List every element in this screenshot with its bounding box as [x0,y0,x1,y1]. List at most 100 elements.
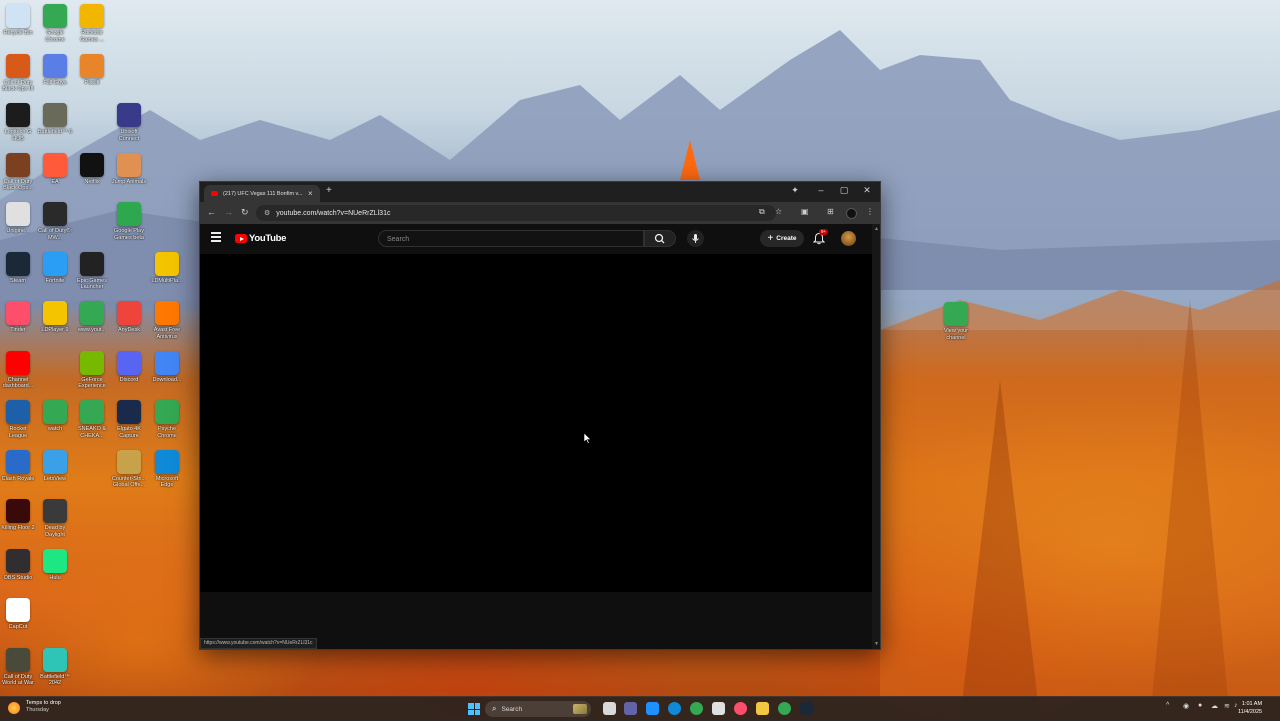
desktop-icon[interactable]: Fortnite [37,251,73,285]
desktop-icon[interactable]: Rockstar Games ... [74,4,110,43]
chrome-taskbar-icon[interactable] [690,702,703,715]
taskbar-clock[interactable]: 1:01 AM 11/4/2025 [1238,700,1262,716]
youtube-logo[interactable]: YouTube [235,233,286,244]
desktop-icon[interactable]: Recycle Bin [0,4,36,37]
desktop-icon[interactable]: Clash Royale [0,449,36,483]
desktop-icon[interactable]: LetsView [37,449,73,483]
desktop-icon[interactable]: AnyDesk [111,301,147,334]
desktop-icon[interactable]: Killing Floor 2 [0,499,36,532]
close-window-button[interactable]: ✕ [860,185,874,196]
create-button[interactable]: + Create [760,230,804,247]
task-view-icon[interactable] [603,702,616,715]
sidebar-icon[interactable]: ▣ [801,207,809,216]
desktop-icon[interactable]: Tinder [0,301,36,334]
desktop-icon[interactable]: Avast Free Antivirus [149,301,185,340]
taskbar-search[interactable]: ⌕ Search [485,701,591,717]
desktop-icon[interactable]: Elgato 4K Capture [111,400,147,439]
desktop-icon[interactable]: Rocket League [0,400,36,439]
desktop-icon[interactable]: Unigine... [0,202,36,235]
desktop-icon[interactable]: Battlefield™ 6 [37,103,73,136]
desktop-icon[interactable]: LDPlayer 9 [37,301,73,334]
file-explorer-icon[interactable] [756,702,769,715]
tray-overflow-icon[interactable]: ^ [1166,702,1169,709]
desktop-icon[interactable]: Pixelfi [74,53,110,87]
desktop-icon[interactable]: SNEAKO & CHEKA... [74,400,110,439]
desktop-icon[interactable]: Jump Animals [111,152,147,186]
desktop-icon[interactable]: Dead by Daylight [37,499,73,538]
desktop-icon[interactable]: Google Play Games beta [111,202,147,241]
desktop-icon[interactable]: Steam [0,251,36,285]
desktop-icon[interactable]: GeForce Experience [74,350,110,390]
desktop-icon[interactable]: Hulu [37,548,73,582]
desktop-icon[interactable]: Call of Duty Black Ops... [0,152,36,192]
tray-cloud-icon[interactable]: ☁ [1211,702,1218,710]
profile-avatar[interactable] [846,208,857,219]
start-button-windows-icon[interactable] [468,703,480,715]
desktop-icon[interactable]: Fall Guys [37,53,73,87]
youtube-search-button[interactable] [644,230,676,247]
desktop-icon[interactable]: Call of Duty World at War [0,647,36,687]
steam-taskbar-icon[interactable] [800,702,813,715]
tray-mic-icon[interactable]: ● [1198,702,1202,709]
desktop-icon[interactable]: Psyche Chrome [149,400,185,439]
network-wifi-icon[interactable]: ≋ [1224,702,1230,710]
site-info-icon[interactable]: ⚙ [264,209,270,217]
bookmark-star-icon[interactable]: ☆ [775,207,782,216]
desktop-icon[interactable]: Epic Games Launcher [74,251,110,291]
youtube-search-input[interactable]: Search [378,230,644,247]
tinder-taskbar-icon[interactable] [734,702,747,715]
desktop-icon[interactable]: Battlefield™ 2042 [37,647,73,687]
teams-icon[interactable] [624,702,637,715]
taskbar: Temps to drop Thursday ⌕ Search ^ ◉ ● ☁ … [0,696,1280,721]
hamburger-menu-icon[interactable] [211,232,221,242]
chrome-window[interactable]: (217) UFC Vegas 111 Bonfim v... × + ✦ – … [199,181,881,650]
install-app-icon[interactable]: ⧉ [759,207,765,217]
tab-close-button[interactable]: × [308,189,313,198]
desktop-icon[interactable]: watch [37,400,73,433]
desktop-icon[interactable]: Ubisoft Connect [111,103,147,142]
copilot-icon[interactable] [646,702,659,715]
maximize-button[interactable]: ▢ [837,185,851,196]
address-bar[interactable]: ⚙ youtube.com/watch?v=NUeRrZLl31c [256,205,776,221]
voice-search-button[interactable] [687,230,704,247]
store-icon[interactable] [712,702,725,715]
desktop-icon-label: OBS Studio [3,574,33,581]
new-tab-button[interactable]: + [326,185,332,196]
tab-youtube[interactable]: (217) UFC Vegas 111 Bonfim v... × [204,185,320,202]
desktop-icon[interactable]: View your channel [938,302,974,341]
chrome-profile-taskbar-icon[interactable] [778,702,791,715]
page-scrollbar[interactable]: ▲ ▼ [872,224,880,649]
desktop-icon-label: EA [51,178,59,185]
desktop-icon[interactable]: Logitech G HUB [0,103,36,142]
forward-button[interactable]: → [224,207,233,217]
tab-search-icon[interactable]: ✦ [788,185,802,196]
desktop-icon[interactable]: Counter-Stri... Global Offe... [111,449,147,489]
edge-icon[interactable] [668,702,681,715]
volume-icon[interactable]: ♪ [1234,702,1238,709]
tray-app-icon[interactable]: ◉ [1183,702,1189,710]
desktop-icon[interactable]: Microsoft Edge [149,449,185,489]
video-player[interactable] [200,254,872,592]
minimize-button[interactable]: – [814,185,828,195]
desktop-icon[interactable]: CapCut [0,598,36,631]
weather-widget[interactable]: Temps to drop Thursday [8,700,61,714]
desktop-icon[interactable]: Netflix [74,152,110,186]
extensions-icon[interactable]: ⊞ [827,207,834,216]
scroll-up-icon[interactable]: ▲ [874,226,879,232]
reload-button[interactable]: ↻ [241,207,249,218]
desktop-icon[interactable]: EA [37,152,73,186]
desktop-icon[interactable]: Call of Duty®: MW... [37,202,73,241]
desktop-icon[interactable]: Call of Duty Black Ops III [0,53,36,93]
desktop-icon[interactable]: Download... [149,350,185,384]
menu-kebab-icon[interactable]: ⋮ [866,207,874,216]
desktop-icon[interactable]: Channel dashboard... [0,350,36,390]
desktop-icon[interactable]: Google Chrome [37,4,73,43]
desktop-icon[interactable]: LDMultiPla... [149,251,185,285]
letsview-icon [43,449,67,474]
desktop-icon[interactable]: www.yout... [74,301,110,334]
account-avatar[interactable] [841,231,856,246]
scroll-down-icon[interactable]: ▼ [874,641,879,647]
desktop-icon[interactable]: Discord [111,350,147,384]
back-button[interactable]: ← [207,207,216,217]
desktop-icon[interactable]: OBS Studio [0,548,36,582]
